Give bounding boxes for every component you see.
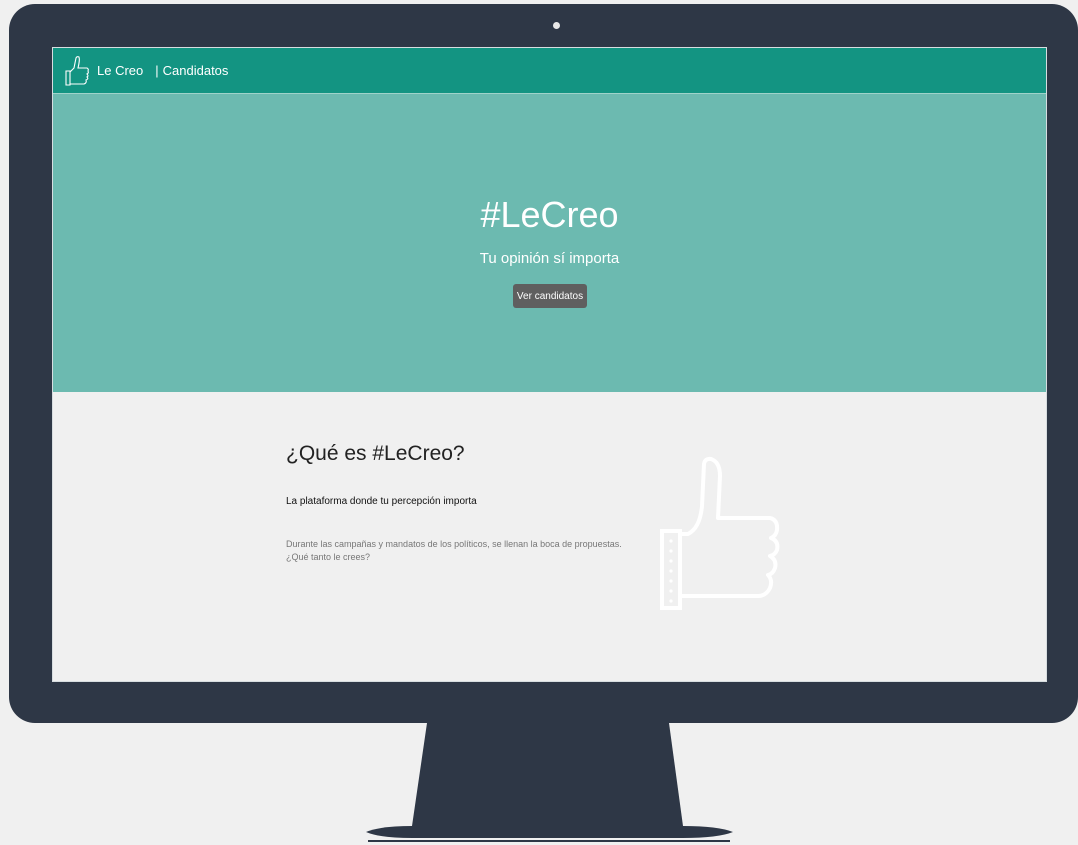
nav-link-candidatos[interactable]: Candidatos bbox=[163, 63, 229, 78]
hero-section: #LeCreo Tu opinión sí importa Ver candid… bbox=[53, 94, 1046, 392]
nav-separator: | bbox=[155, 63, 159, 78]
thumbs-up-icon[interactable] bbox=[64, 54, 90, 88]
view-candidates-button[interactable]: Ver candidatos bbox=[513, 284, 587, 308]
brand-link[interactable]: Le Creo bbox=[97, 63, 143, 78]
thumbs-up-icon bbox=[660, 456, 780, 610]
about-title: ¿Qué es #LeCreo? bbox=[286, 442, 465, 465]
browser-screen: Le Creo | Candidatos #LeCreo Tu opinión … bbox=[52, 47, 1047, 682]
about-section: ¿Qué es #LeCreo? La plataforma donde tu … bbox=[53, 392, 1046, 681]
hero-title: #LeCreo bbox=[480, 194, 619, 235]
about-lead: La plataforma donde tu percepción import… bbox=[286, 496, 477, 507]
about-body: Durante las campañas y mandatos de los p… bbox=[286, 538, 646, 564]
about-body-line-2: ¿Qué tanto le crees? bbox=[286, 552, 371, 562]
about-body-line-1: Durante las campañas y mandatos de los p… bbox=[286, 539, 622, 549]
navbar: Le Creo | Candidatos bbox=[53, 48, 1046, 94]
hero-subtitle: Tu opinión sí importa bbox=[479, 250, 620, 267]
